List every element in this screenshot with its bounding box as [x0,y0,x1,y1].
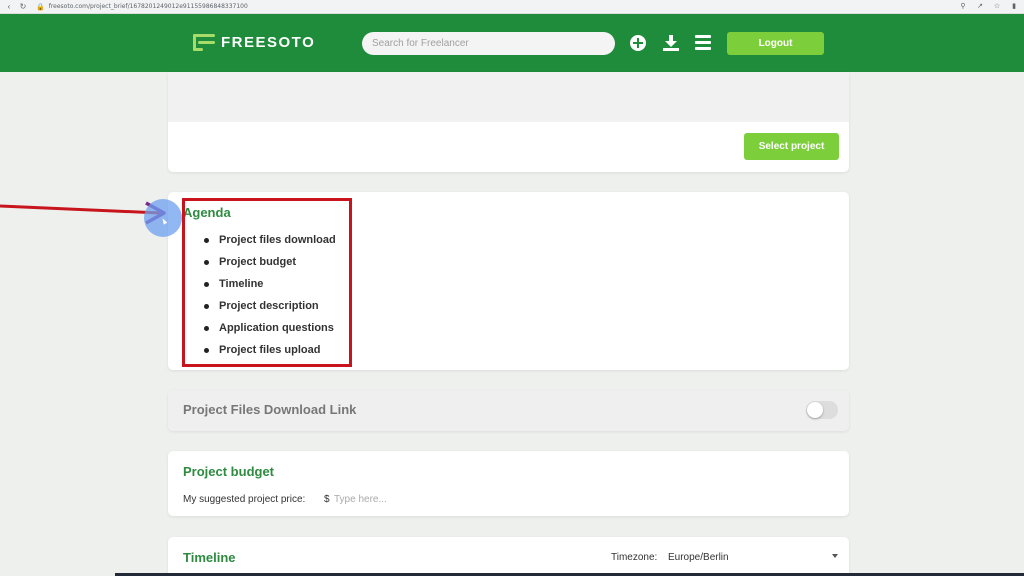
logo[interactable]: FREESOTO [193,34,315,51]
budget-card: Project budget My suggested project pric… [168,451,849,516]
address-bar[interactable]: freesoto.com/project_brief/1678201249012… [49,3,248,10]
star-icon[interactable]: ☆ [993,2,1001,10]
sidebar-icon[interactable]: ▮ [1010,2,1018,10]
download-link-title: Project Files Download Link [183,402,357,417]
download-link-card: Project Files Download Link [168,390,849,431]
download-link-toggle[interactable] [806,401,838,419]
timezone-select[interactable]: Europe/Berlin [668,552,729,563]
timeline-card: Timeline Timezone: Europe/Berlin [168,537,849,576]
timeline-title: Timeline [183,550,236,565]
chevron-down-icon[interactable] [832,554,838,558]
browser-bar: ‹ ↻ 🔒 freesoto.com/project_brief/1678201… [0,0,1024,14]
price-label: My suggested project price: [183,494,306,505]
select-project-button[interactable]: Select project [744,133,839,160]
reload-icon[interactable]: ↻ [18,2,28,12]
back-icon[interactable]: ‹ [4,2,14,12]
logout-button[interactable]: Logout [727,32,824,55]
project-select-card: Select project [168,72,849,172]
site-header: FREESOTO Logout [0,14,1024,72]
menu-icon[interactable] [695,35,711,51]
logo-text: FREESOTO [221,34,316,51]
search-input[interactable] [362,32,615,55]
plus-icon[interactable] [630,35,646,51]
price-input[interactable] [332,491,452,507]
zoom-icon[interactable]: ⚲ [959,2,967,10]
share-icon[interactable]: ↗ [976,2,984,10]
browser-actions: ⚲ ↗ ☆ ▮ [959,2,1018,10]
agenda-card: Agenda Project files download Project bu… [168,192,849,370]
toggle-knob [807,402,823,418]
lock-icon: 🔒 [36,3,45,11]
budget-title: Project budget [183,464,275,479]
download-icon[interactable] [663,35,679,51]
currency-symbol: $ [324,494,330,505]
annotation-highlight-box [182,198,352,367]
timezone-label: Timezone: [611,552,658,563]
logo-mark-icon [193,34,215,51]
card-gray-area [168,72,849,122]
